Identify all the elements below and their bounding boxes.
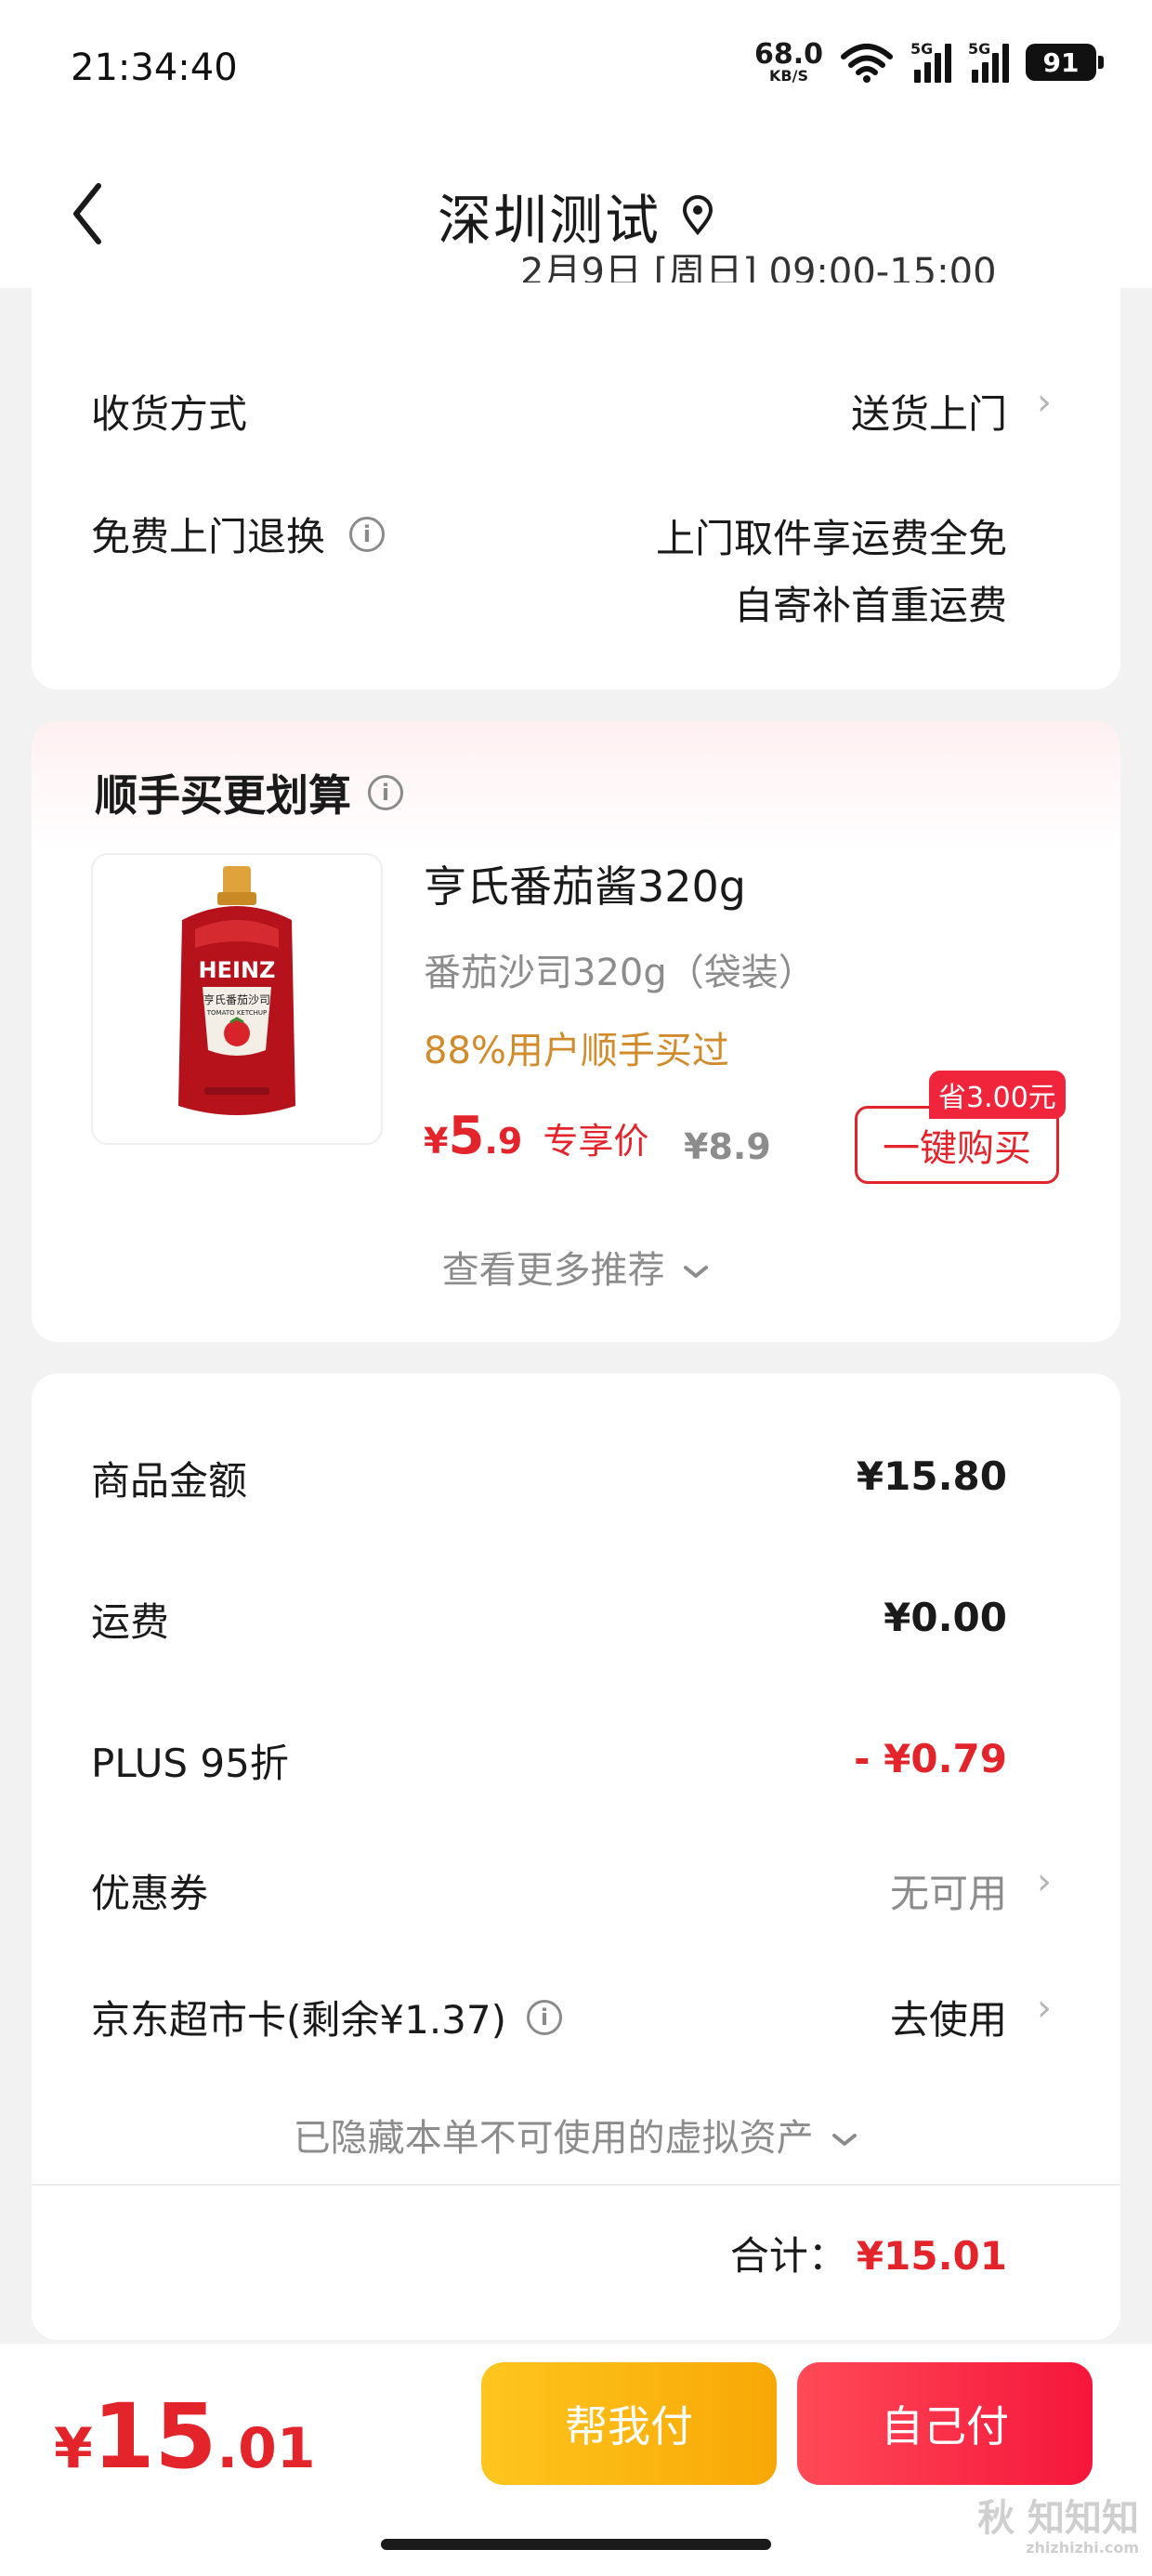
watermark-sub: zhizhizhi.com [1026, 2539, 1139, 2556]
chevron-right-icon[interactable]: › [1037, 1987, 1052, 2030]
recommend-header: 顺手买更划算 i [95, 762, 403, 823]
pay-myself-button[interactable]: 自己付 [797, 2362, 1093, 2485]
free-return-row: 免费上门退换 i [91, 506, 386, 562]
social-proof: 88%用户顺手买过 [424, 1030, 729, 1072]
delivery-time-partial: 2月9日 [周日] 09:00-15:00 [520, 251, 997, 283]
exclusive-price: ¥ 5 .9 专享价 [424, 1106, 648, 1166]
supermarket-card-label: 京东超市卡(剩余¥1.37) [91, 1997, 507, 2043]
shipping-label: 运费 [91, 1599, 170, 1645]
product-image[interactable]: HEINZ 亨氏番茄沙司 TOMATO KETCHUP [91, 853, 383, 1145]
status-icons: 68.0 KB/S 5G 5G 91 [754, 40, 1104, 84]
order-total-label: 合计： [729, 2233, 847, 2279]
free-return-value-line1: 上门取件享运费全免 [655, 516, 1007, 561]
more-recommendations-label: 查看更多推荐 [441, 1249, 665, 1292]
free-return-value-line2: 自寄补首重运费 [733, 583, 1007, 628]
more-recommendations-link[interactable]: 查看更多推荐 [0, 1240, 1152, 1294]
pay-decimal: .01 [216, 2416, 316, 2481]
watermark: 秋 知知知 zhizhizhi.com [977, 2500, 1139, 2556]
divider [32, 2184, 1120, 2186]
hidden-assets-label: 已隐藏本单不可使用的虚拟资产 [293, 2117, 814, 2160]
location-pin-icon[interactable] [681, 195, 714, 236]
pay-symbol: ¥ [54, 2416, 93, 2481]
shipping-value: ¥0.00 [884, 1595, 1007, 1640]
chevron-right-icon[interactable]: › [1037, 381, 1052, 424]
free-return-label: 免费上门退换 [91, 514, 326, 559]
status-time: 21:34:40 [71, 46, 238, 89]
pay-amount: ¥ 15 .01 [54, 2385, 316, 2489]
signal-icon-sim1: 5G [910, 40, 951, 83]
chevron-down-icon [684, 1266, 709, 1278]
price-integer: 5 [448, 1106, 485, 1166]
pay-integer: 15 [92, 2385, 217, 2489]
pouch-label-en: TOMATO KETCHUP [206, 1009, 267, 1017]
product-name[interactable]: 亨氏番茄酱320g [424, 853, 746, 914]
product-spec: 番茄沙司320g（袋装） [424, 952, 816, 994]
sim1-network-type: 5G [910, 40, 934, 58]
order-total-value: ¥15.01 [856, 2233, 1007, 2279]
chevron-right-icon[interactable]: › [1037, 1860, 1052, 1903]
recommend-title: 顺手买更划算 [95, 770, 351, 821]
ketchup-pouch-image: HEINZ 亨氏番茄沙司 TOMATO KETCHUP [178, 866, 295, 1115]
chevron-down-icon [832, 2134, 857, 2146]
price-decimal: .9 [484, 1121, 523, 1162]
price-tag: 专享价 [543, 1121, 649, 1162]
order-summary-card [32, 1373, 1120, 2340]
pouch-label-cn: 亨氏番茄沙司 [203, 992, 270, 1006]
info-icon[interactable]: i [368, 775, 403, 810]
goods-amount-value: ¥15.80 [856, 1453, 1007, 1499]
info-icon[interactable]: i [527, 1999, 563, 2035]
plus-discount-label: PLUS 95折 [91, 1741, 289, 1786]
price-symbol: ¥ [424, 1121, 449, 1162]
coupon-value[interactable]: 无可用 [890, 1862, 1007, 1919]
save-badge: 省3.00元 [929, 1071, 1066, 1119]
supermarket-card-value[interactable]: 去使用 [890, 1989, 1007, 2045]
net-speed-unit: KB/S [769, 67, 808, 85]
goods-amount-label: 商品金额 [91, 1458, 248, 1504]
coupon-label: 优惠券 [91, 1871, 209, 1916]
watermark-main: 秋 知知知 [977, 2497, 1139, 2540]
order-total: 合计： ¥15.01 [730, 2225, 1007, 2281]
plus-discount-value: - ¥0.79 [854, 1736, 1007, 1781]
free-return-value: 上门取件享运费全免 自寄补首重运费 [656, 506, 1007, 639]
signal-icon-sim2: 5G [968, 40, 1009, 83]
pouch-brand: HEINZ [199, 957, 276, 983]
hidden-assets-toggle[interactable]: 已隐藏本单不可使用的虚拟资产 [0, 2108, 1152, 2162]
sim2-network-type: 5G [968, 40, 991, 58]
home-indicator[interactable] [381, 2539, 771, 2550]
original-price: ¥8.9 [684, 1126, 771, 1167]
help-me-pay-button[interactable]: 帮我付 [481, 2362, 777, 2485]
battery-icon: 91 [1026, 44, 1104, 81]
net-speed-value: 68.0 [753, 38, 823, 71]
delivery-method-label: 收货方式 [91, 391, 248, 437]
net-speed: 68.0 KB/S [754, 41, 823, 84]
info-icon[interactable]: i [349, 516, 386, 552]
delivery-method-value[interactable]: 送货上门 [851, 383, 1007, 440]
wifi-icon [841, 44, 893, 83]
supermarket-card-row: 京东超市卡(剩余¥1.37) i [91, 1989, 563, 2045]
